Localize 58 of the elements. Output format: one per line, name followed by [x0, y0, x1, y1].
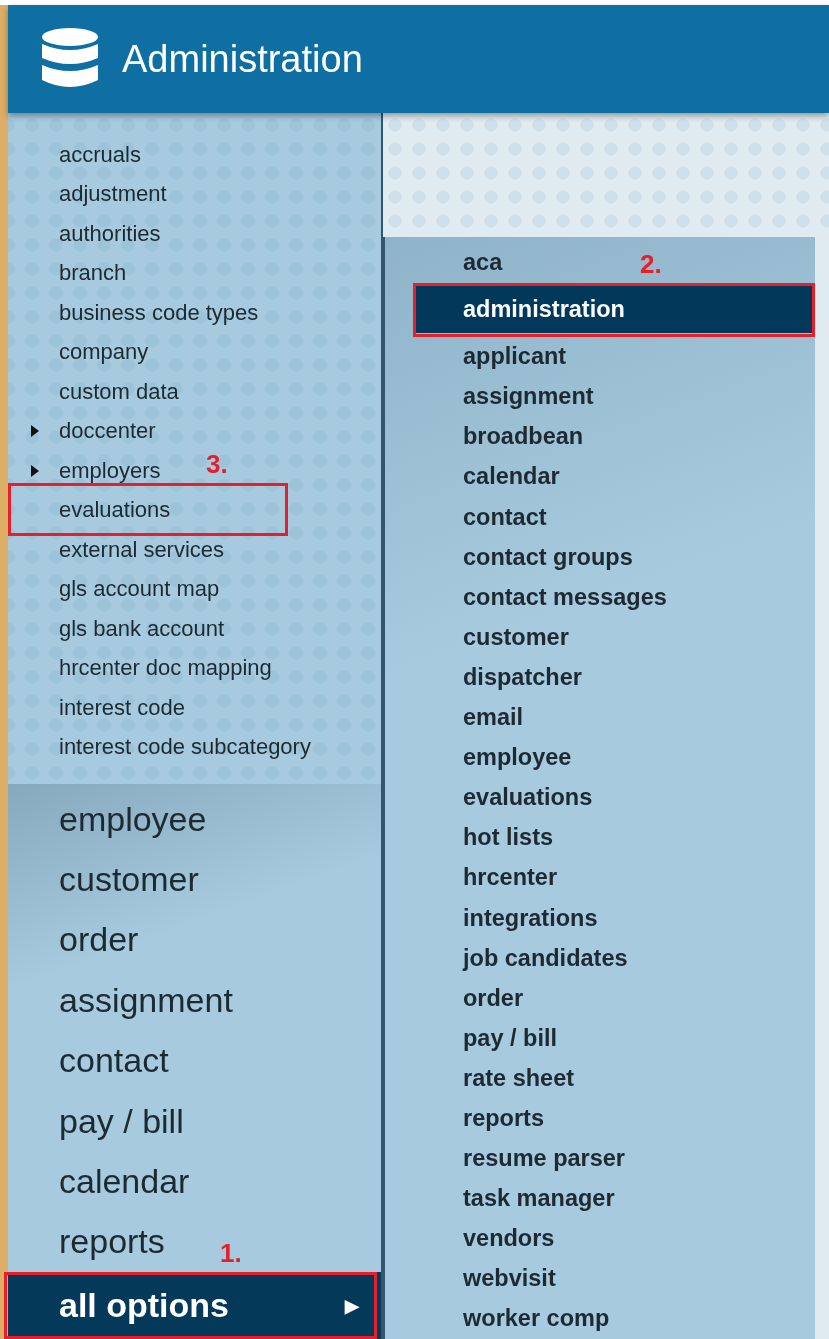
submenu-item[interactable]: employee [463, 744, 572, 772]
menu-item[interactable]: business code types [59, 299, 259, 326]
submenu-item[interactable]: reports [463, 1105, 544, 1132]
submenu-item[interactable]: contact messages [463, 583, 667, 611]
submenu-item[interactable]: worker comp [463, 1305, 610, 1333]
submenu-item[interactable]: contact [463, 503, 547, 531]
submenu-item[interactable]: administration [415, 286, 815, 334]
submenu-item[interactable]: contact groups [463, 543, 633, 571]
menu-item[interactable]: adjustment [59, 181, 167, 208]
menu-item[interactable]: doccenter [59, 418, 156, 445]
submenu-item[interactable]: evaluations [463, 784, 593, 812]
submenu-item[interactable]: dispatcher [463, 663, 582, 691]
submenu-item[interactable]: aca [463, 249, 503, 277]
submenu-item[interactable]: hot lists [463, 824, 554, 852]
menu-item[interactable]: branch [59, 260, 127, 287]
submenu-item[interactable]: email [463, 704, 524, 732]
step-number: 1. [220, 1238, 242, 1269]
menu-item[interactable]: authorities [59, 220, 161, 247]
submenu-item[interactable]: applicant [463, 343, 567, 371]
step-number: 2. [640, 248, 662, 280]
nav-item[interactable]: reports [59, 1222, 165, 1262]
menu-item[interactable]: hrcenter doc mapping [59, 655, 272, 682]
submenu-item[interactable]: job candidates [463, 944, 628, 972]
menu-item[interactable]: custom data [59, 378, 179, 405]
nav-item[interactable]: calendar [59, 1161, 190, 1201]
nav-item[interactable]: customer [59, 859, 199, 899]
nav-item[interactable]: contact [59, 1041, 169, 1081]
menu-item[interactable]: interest code [59, 694, 185, 721]
caret-icon[interactable] [31, 464, 39, 477]
submenu-item[interactable]: resume parser [463, 1145, 625, 1173]
submenu-item[interactable]: webvisit [463, 1265, 556, 1293]
menu-item[interactable]: interest code subcategory [59, 734, 311, 761]
submenu-item[interactable]: rate sheet [463, 1064, 575, 1092]
submenu-item[interactable]: vendors [463, 1225, 555, 1253]
nav-item[interactable]: pay / bill [59, 1101, 184, 1141]
submenu-item[interactable]: hrcenter [463, 864, 558, 892]
submenu-item[interactable]: order [463, 984, 524, 1012]
nav-item[interactable]: order [59, 920, 139, 960]
nav-item[interactable]: assignment [59, 980, 233, 1020]
step-number: 3. [206, 448, 228, 480]
caret-icon[interactable] [31, 425, 39, 438]
submenu-item[interactable]: broadbean [463, 423, 584, 451]
menu-item[interactable]: evaluations [59, 497, 171, 524]
menu-item[interactable]: accruals [59, 141, 141, 168]
page-title: Administration [122, 37, 363, 81]
menu-item[interactable]: gls account map [59, 576, 220, 603]
submenu-item[interactable]: assignment [463, 383, 594, 411]
submenu-item[interactable]: calendar [463, 463, 560, 491]
menu-item[interactable]: gls bank account [59, 615, 225, 642]
nav-item[interactable]: employee [59, 799, 207, 839]
submenu-item[interactable]: pay / bill [463, 1024, 558, 1052]
submenu-item[interactable]: customer [463, 623, 569, 651]
submenu-item[interactable]: task manager [463, 1185, 615, 1213]
submenu-item[interactable]: integrations [463, 904, 598, 932]
menu-item[interactable]: employers [59, 457, 161, 484]
menu-item[interactable]: external services [59, 536, 225, 563]
menu-item[interactable]: company [59, 339, 149, 366]
database-icon [42, 28, 98, 90]
